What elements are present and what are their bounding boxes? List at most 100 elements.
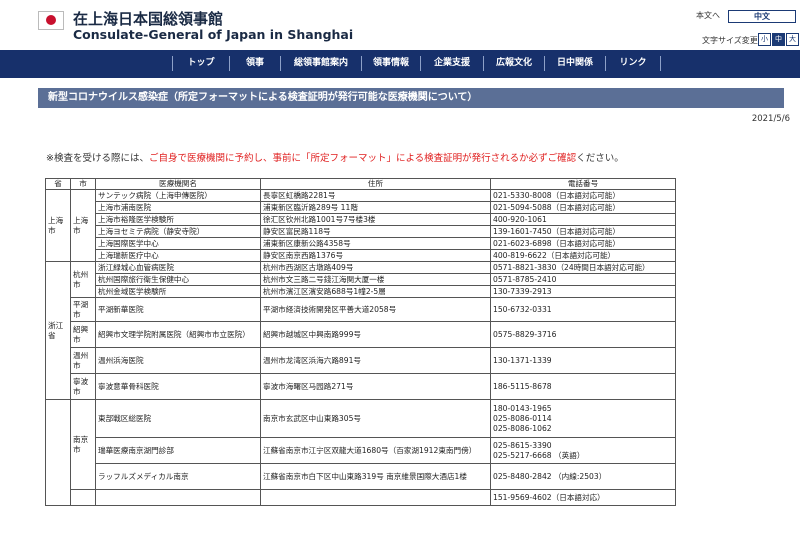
- nav-item-links[interactable]: リンク: [606, 50, 660, 78]
- nav-item-japan-china[interactable]: 日中関係: [545, 50, 605, 78]
- font-size-label: 文字サイズ変更: [702, 36, 758, 45]
- phone-cell: 0575-8829-3716: [490, 321, 676, 348]
- table-row: ラッフルズメディカル南京 江蘇省南京市白下区中山東路319号 南京維景国際大酒店…: [46, 463, 676, 490]
- phone-cell: 025-8615-3390 025-5217-6668 （英語）: [490, 437, 676, 464]
- nav-item-consulate-guide[interactable]: 総領事館案内: [281, 50, 361, 78]
- notice-post: ください。: [576, 153, 624, 164]
- nav-separator: [660, 56, 661, 71]
- table-row: 上海国際医学中心 浦東新区康新公路4358号 021-6023-6898（日本語…: [46, 237, 676, 250]
- institution-cell: 紹興市文理学院附属医院（紹興市市立医院）: [95, 321, 261, 348]
- address-cell: 温州市龙湾区浜海六路891号: [260, 347, 491, 374]
- font-size-large-button[interactable]: 大: [786, 33, 799, 46]
- phone-cell: 180-0143-1965 025-8086-0114 025-8086-106…: [490, 399, 676, 438]
- institution-cell: 東部戦区総医院: [95, 399, 261, 438]
- table-row: 151-9569-4602（日本語対応）: [46, 489, 676, 506]
- city-cell: 紹興市: [70, 321, 96, 348]
- address-cell: 江蘇省南京市白下区中山東路319号 南京維景国際大酒店1楼: [260, 463, 491, 490]
- table-row: 温州市 温州浜海医院 温州市龙湾区浜海六路891号 130-1371-1339: [46, 347, 676, 374]
- institution-cell: ラッフルズメディカル南京: [95, 463, 261, 490]
- phone-cell: 0571-8821-3830（24時間日本語対応可能）: [490, 261, 676, 274]
- institution-cell: 杭州国際旅行衛生保健中心: [95, 273, 261, 286]
- table-row: 南京市 東部戦区総医院 南京市玄武区中山東路305号 180-0143-1965…: [45, 399, 676, 506]
- city-cell: 温州市: [70, 347, 96, 374]
- font-size-small-button[interactable]: 小: [758, 33, 771, 46]
- phone-cell: 400-819-6622（日本語対応可能）: [490, 249, 676, 262]
- skip-to-content-link[interactable]: 本文へ: [696, 10, 720, 21]
- notice-text: ※検査を受ける際には、ご自身で医療機関に予約し、事前に「所定フォーマット」による…: [46, 150, 624, 164]
- chinese-language-button[interactable]: 中文: [728, 10, 796, 23]
- phone-cell: 025-8480-2842 （内線:2503）: [490, 463, 676, 490]
- address-cell: 杭州市濱江区濱安路688号1幢2-5層: [260, 285, 491, 298]
- table-row: 瑞華医療南京湖門診部 江蘇省南京市江宁区双龍大道1680号（百家湖1912東南門…: [46, 437, 676, 464]
- notice-pre: ※検査を受ける際には、: [46, 153, 149, 164]
- font-size-medium-button[interactable]: 中: [772, 33, 785, 46]
- col-header-province: 省: [45, 178, 71, 190]
- phone-line: 025-8615-3390: [493, 440, 552, 450]
- phone-line: 025-8086-0114: [493, 413, 552, 423]
- phone-cell: 186-5115-8678: [490, 373, 676, 400]
- table-row: 上海ヨセミテ病院（静安寺院） 静安区富民路118号 139-1601-7450（…: [46, 225, 676, 238]
- phone-cell: 0571-8785-2410: [490, 273, 676, 286]
- nav-item-consular[interactable]: 領事: [230, 50, 280, 78]
- table-row: 紹興市 紹興市文理学院附属医院（紹興市市立医院） 紹興市越城区中興南路999号 …: [46, 321, 676, 348]
- site-title-en[interactable]: Consulate-General of Japan in Shanghai: [73, 27, 353, 42]
- province-cell: 浙江省: [45, 261, 71, 400]
- address-cell: 平湖市経済技術開発区平善大道2058号: [260, 297, 491, 322]
- institution-cell: 上海市浦南医院: [95, 201, 261, 214]
- table-row: 上海瑞新医疗中心 静安区南京西路1376号 400-819-6622（日本語対応…: [46, 249, 676, 262]
- nav-item-culture[interactable]: 広報文化: [484, 50, 544, 78]
- table-row: 浙江省 杭州市 浙江緑城心血管病医院 杭州市西湖区古墩路409号 0571-88…: [45, 261, 676, 400]
- phone-cell: 021-5330-8008（日本語対応可能）: [490, 189, 676, 202]
- institution-cell: 浙江緑城心血管病医院: [95, 261, 261, 274]
- city-cell: 上海市: [70, 189, 96, 262]
- phone-cell: 139-1601-7450（日本語対応可能）: [490, 225, 676, 238]
- table-row: 杭州金域医学検験所 杭州市濱江区濱安路688号1幢2-5層 130-7339-2…: [46, 285, 676, 298]
- city-cell: 南京市: [70, 399, 96, 490]
- phone-cell: 021-5094-5088（日本語対応可能）: [490, 201, 676, 214]
- phone-line: 025-8086-1062: [493, 423, 552, 433]
- table-row: 寧波市 寧波意華骨科医院 寧波市海曙区马园路271号 186-5115-8678: [46, 373, 676, 400]
- site-header: 在上海日本国総領事館 Consulate-General of Japan in…: [0, 0, 800, 50]
- nav-item-top[interactable]: トップ: [173, 50, 229, 78]
- nav-item-business-support[interactable]: 企業支援: [421, 50, 483, 78]
- institution-cell: サンテック病院（上海申傳医院）: [95, 189, 261, 202]
- institution-cell: [95, 489, 261, 506]
- col-header-address: 住所: [260, 178, 491, 190]
- site-title-jp[interactable]: 在上海日本国総領事館: [73, 8, 223, 29]
- table-row: 平湖市 平湖新華医院 平湖市経済技術開発区平善大道2058号 150-6732-…: [46, 297, 676, 322]
- address-cell: 静安区南京西路1376号: [260, 249, 491, 262]
- institution-cell: 上海国際医学中心: [95, 237, 261, 250]
- address-cell: 長寧区虹橋路2281号: [260, 189, 491, 202]
- table-row: 杭州国際旅行衛生保健中心 杭州市文三路二号錢江海関大厦一楼 0571-8785-…: [46, 273, 676, 286]
- city-cell: 平湖市: [70, 297, 96, 322]
- nav-item-consular-info[interactable]: 領事情報: [362, 50, 420, 78]
- address-cell: 杭州市西湖区古墩路409号: [260, 261, 491, 274]
- flag-sun: [46, 15, 56, 25]
- city-cell: 杭州市: [70, 261, 96, 298]
- address-cell: 南京市玄武区中山東路305号: [260, 399, 491, 438]
- phone-cell: 151-9569-4602（日本語対応）: [490, 489, 676, 506]
- table-header-row: 省 市 医療機関名 住所 電話番号: [45, 178, 676, 190]
- address-cell: 江蘇省南京市江宁区双龍大道1680号（百家湖1912東南門傍）: [260, 437, 491, 464]
- japan-flag-icon: [38, 11, 64, 30]
- phone-line: 180-0143-1965: [493, 403, 552, 413]
- institution-cell: 上海市裕隆医学検験所: [95, 213, 261, 226]
- phone-cell: 150-6732-0331: [490, 297, 676, 322]
- col-header-institution: 医療機関名: [95, 178, 261, 190]
- table-row: 上海市 上海市 サンテック病院（上海申傳医院） 長寧区虹橋路2281号 021-…: [45, 189, 676, 262]
- institution-cell: 上海瑞新医疗中心: [95, 249, 261, 262]
- phone-cell: 021-6023-6898（日本語対応可能）: [490, 237, 676, 250]
- col-header-phone: 電話番号: [490, 178, 676, 190]
- phone-cell: 130-1371-1339: [490, 347, 676, 374]
- address-cell: [260, 489, 491, 506]
- notice-emphasis: ご自身で医療機関に予約し、事前に「所定フォーマット」による検査証明が発行されるか…: [148, 153, 577, 164]
- table-row: 上海市裕隆医学検験所 徐汇区钦州北路1001号7号楼3楼 400-920-106…: [46, 213, 676, 226]
- phone-cell: 130-7339-2913: [490, 285, 676, 298]
- address-cell: 浦東新区臨沂路289号 11階: [260, 201, 491, 214]
- address-cell: 杭州市文三路二号錢江海関大厦一楼: [260, 273, 491, 286]
- phone-line: 025-5217-6668 （英語）: [493, 450, 585, 460]
- address-cell: 紹興市越城区中興南路999号: [260, 321, 491, 348]
- institution-cell: 寧波意華骨科医院: [95, 373, 261, 400]
- city-cell: 寧波市: [70, 373, 96, 400]
- phone-cell: 400-920-1061: [490, 213, 676, 226]
